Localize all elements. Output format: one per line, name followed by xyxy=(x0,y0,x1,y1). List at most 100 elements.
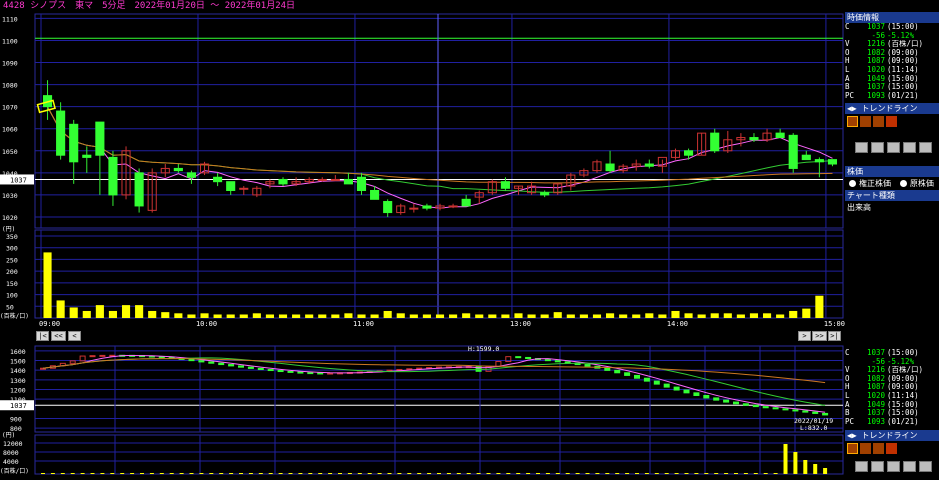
quote-detail: (09:00) xyxy=(887,374,919,383)
overview-volume-bar xyxy=(80,473,85,474)
volume-bar xyxy=(148,310,157,318)
arrow-right-icon[interactable]: ▶ xyxy=(852,104,857,113)
arrow-right-icon[interactable]: ▶ xyxy=(852,431,857,440)
overview-volume-bar xyxy=(644,473,649,474)
volume-panel-frame xyxy=(34,229,844,319)
original-price-radio[interactable] xyxy=(899,180,907,188)
quote-value: 1037 xyxy=(866,23,885,31)
volume-bar xyxy=(213,314,222,318)
nav-prev-fast-button[interactable]: << xyxy=(51,331,66,341)
volume-bar xyxy=(383,310,392,318)
volume-bar xyxy=(501,314,510,318)
overview-volume-bar xyxy=(417,473,422,474)
overview-volume-bar xyxy=(625,473,630,474)
volume-bar xyxy=(422,314,431,318)
price-tick-label: 1080 xyxy=(2,82,18,90)
fibonacci-icon[interactable] xyxy=(873,443,884,455)
fibonacci-icon[interactable] xyxy=(873,116,884,128)
settings-tool-icon[interactable] xyxy=(919,142,932,154)
overview-candle xyxy=(218,362,225,366)
volume-bar xyxy=(514,313,523,318)
overview-volume-bar xyxy=(526,473,531,474)
quote-row: H 1087 (09:00) xyxy=(845,383,939,392)
candle-body xyxy=(775,132,785,139)
candle-body xyxy=(108,156,118,196)
overview-candle xyxy=(742,403,749,406)
settings-tool-icon[interactable] xyxy=(919,461,932,473)
erase-line-icon[interactable] xyxy=(886,443,897,455)
overview-candle xyxy=(713,397,720,401)
cursor-tool-icon[interactable] xyxy=(855,461,868,473)
overview-candle xyxy=(99,354,106,357)
trendline-toolbar-2[interactable]: ◀▶ トレンドライン xyxy=(845,430,939,442)
save-tool-icon[interactable] xyxy=(903,461,916,473)
adjusted-price-label: 権正株価 xyxy=(859,179,891,189)
trendline-toolbar[interactable]: ◀▶ トレンドライン xyxy=(845,103,939,115)
overview-volume-bar xyxy=(367,473,372,474)
nav-first-button[interactable]: |< xyxy=(36,331,49,341)
erase-line-icon[interactable] xyxy=(886,116,897,128)
volume-bar xyxy=(108,310,118,318)
overview-volume-bar xyxy=(298,473,303,474)
print-tool-icon[interactable] xyxy=(887,142,900,154)
quote-detail: (01/21) xyxy=(887,417,919,426)
volume-scale-label: (百株/口) xyxy=(0,312,29,320)
cursor-tool-icon[interactable] xyxy=(855,142,868,154)
overview-volume-bar xyxy=(308,473,313,474)
overview-volume-bar xyxy=(456,473,461,474)
quote-row: O 1082 (09:00) xyxy=(845,49,939,58)
volume-bar xyxy=(161,312,170,318)
quote-row: A 1049 (15:00) xyxy=(845,75,939,84)
quote-detail: (15:00) xyxy=(887,349,919,357)
chart-type-value[interactable]: 出来高 xyxy=(845,201,939,214)
zoom-tool-icon[interactable] xyxy=(871,142,884,154)
quote-row: B 1037 (15:00) xyxy=(845,83,939,92)
line-draw-icon[interactable] xyxy=(847,116,858,128)
overview-candle xyxy=(158,356,165,359)
candle-body xyxy=(500,181,510,189)
volume-bar xyxy=(723,313,732,318)
line-draw-icon[interactable] xyxy=(847,443,858,455)
volume-bar xyxy=(252,313,261,318)
overview-low-label: L:832.0 xyxy=(800,424,827,432)
overview-volume-bar xyxy=(50,473,55,474)
overview-volume-bar xyxy=(328,473,333,474)
overview-volume-bar xyxy=(239,473,243,474)
parallel-line-icon[interactable] xyxy=(860,443,871,455)
overview-tick-label: 1400 xyxy=(10,367,26,375)
volume-bar xyxy=(762,313,772,318)
candle-body xyxy=(278,178,288,185)
overview-volume-bar xyxy=(357,473,362,474)
zoom-tool-icon[interactable] xyxy=(871,461,884,473)
overview-volume-bar xyxy=(575,473,580,474)
adjusted-price-radio[interactable] xyxy=(849,180,856,188)
nav-next-fast-button[interactable]: >> xyxy=(812,331,827,341)
candle-body xyxy=(540,192,550,196)
nav-next-button[interactable]: > xyxy=(798,331,811,341)
overview-volume-bar xyxy=(258,473,263,474)
overview-volume-bar xyxy=(664,473,669,474)
quote-value: 1093 xyxy=(866,417,885,426)
candle-body xyxy=(330,178,340,181)
nav-prev-button[interactable]: < xyxy=(68,331,81,341)
overview-candle xyxy=(673,386,680,391)
save-tool-icon[interactable] xyxy=(903,142,916,154)
overview-candle xyxy=(208,361,215,364)
overview-candle xyxy=(703,394,710,399)
overview-volume-bar xyxy=(565,473,570,474)
overview-volume-bar xyxy=(377,473,382,474)
overview-price-label: 1037 xyxy=(10,402,27,410)
overview-tick-label: 1200 xyxy=(10,386,26,394)
overview-tick-label: 1600 xyxy=(10,348,26,356)
print-tool-icon[interactable] xyxy=(887,461,900,473)
parallel-line-icon[interactable] xyxy=(860,116,871,128)
volume-bar xyxy=(305,314,314,318)
overview-volume-bar xyxy=(41,473,45,474)
quote-row: C 1037 (15:00) xyxy=(845,23,939,32)
overview-candle xyxy=(554,360,561,363)
overview-volume-bar xyxy=(288,473,293,474)
candle-body xyxy=(95,121,105,156)
overview-volume-bar xyxy=(783,444,788,474)
price-tick-label: 1030 xyxy=(2,192,18,200)
nav-last-button[interactable]: >| xyxy=(828,331,841,341)
